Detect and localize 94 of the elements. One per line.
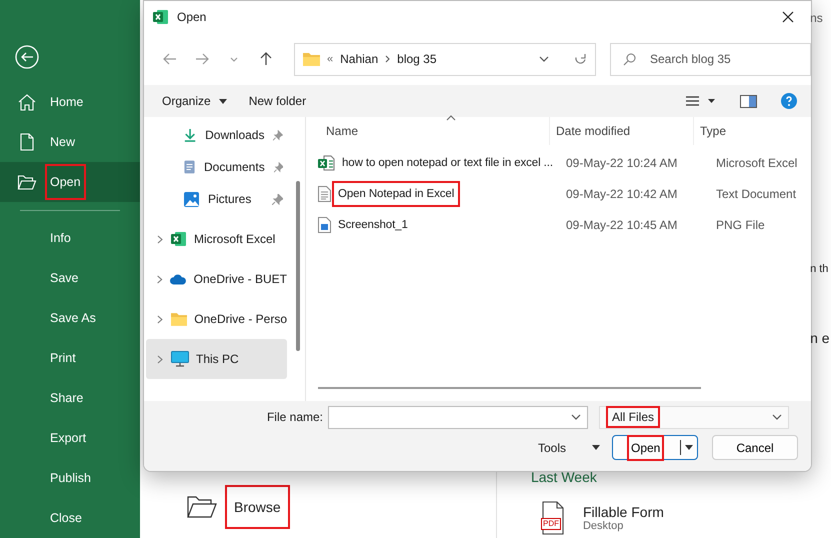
search-field[interactable]: Search blog 35: [610, 42, 811, 76]
sidebar-item[interactable]: Save As: [0, 298, 140, 338]
sidebar-item[interactable]: Close: [0, 498, 140, 538]
file-name[interactable]: Screenshot_1: [332, 212, 414, 238]
partial-text: n e: [810, 330, 830, 346]
chevron-down-icon: [772, 414, 782, 420]
sidebar-item[interactable]: Open: [0, 162, 140, 202]
view-options-icon[interactable]: [686, 95, 716, 107]
picture-icon: [184, 192, 199, 206]
horizontal-scrollbar[interactable]: [318, 387, 701, 389]
expand-chevron-icon[interactable]: [156, 314, 164, 324]
caret-icon: [685, 445, 693, 450]
pin-icon: [273, 130, 283, 140]
file-name-field[interactable]: [328, 406, 588, 428]
file-name-label: File name:: [266, 410, 324, 424]
folder-icon: [170, 312, 188, 326]
file-type-dropdown[interactable]: All Files: [599, 406, 789, 428]
back-icon[interactable]: [15, 45, 39, 69]
address-bar[interactable]: « Nahian blog 35: [294, 42, 596, 76]
date-modified: 09-May-22 10:24 AM: [565, 156, 678, 170]
date-modified: 09-May-22 10:42 AM: [565, 186, 678, 200]
caret-icon: [592, 445, 600, 450]
image-file-icon: [318, 216, 331, 232]
nav-item[interactable]: OneDrive - Perso: [146, 299, 287, 339]
chevron-down-icon: [571, 414, 581, 420]
file-type: Text Document: [715, 186, 798, 200]
caret-icon: [218, 98, 227, 104]
new-folder-button[interactable]: New folder: [248, 94, 306, 108]
cloud-icon: [170, 274, 187, 284]
folder-icon: [303, 52, 320, 66]
nav-item[interactable]: Downloads: [146, 119, 287, 151]
search-icon: [623, 52, 636, 66]
sidebar-item[interactable]: Save: [0, 258, 140, 298]
column-header[interactable]: Date modified: [550, 117, 694, 145]
overflow-marker[interactable]: «: [327, 53, 334, 65]
file-type: PNG File: [715, 218, 766, 232]
forward-arrow-icon: [195, 53, 209, 65]
close-icon: [782, 11, 794, 23]
file-name[interactable]: how to open notepad or text file in excel ...: [336, 150, 559, 176]
text-file-icon: [318, 186, 331, 202]
expand-chevron-icon[interactable]: [156, 234, 164, 244]
dialog-title: Open: [177, 10, 208, 24]
sidebar-item[interactable]: Publish: [0, 458, 140, 498]
column-header[interactable]: Type: [694, 117, 811, 145]
spreadsheet-file-icon: [318, 154, 335, 170]
tools-menu[interactable]: Tools: [538, 440, 600, 454]
sort-caret-icon: [446, 115, 456, 121]
home-icon: [17, 94, 37, 110]
chevron-down-icon: [230, 56, 238, 62]
spreadsheet-icon: [153, 9, 169, 25]
partial-text: n th: [810, 263, 828, 275]
help-icon[interactable]: [781, 93, 797, 109]
file-type: Microsoft Excel: [715, 156, 798, 170]
download-icon: [184, 127, 196, 143]
document-icon: [184, 159, 195, 175]
date-modified: 09-May-22 10:45 AM: [565, 218, 678, 232]
sidebar-item[interactable]: Home: [0, 82, 140, 122]
nav-item[interactable]: OneDrive - BUET: [146, 259, 287, 299]
spreadsheet-icon: [171, 231, 187, 247]
sidebar-item[interactable]: Info: [0, 218, 140, 258]
file-name[interactable]: Open Notepad in Excel: [332, 180, 460, 206]
back-arrow-icon: [163, 53, 177, 65]
sidebar-item[interactable]: Share: [0, 378, 140, 418]
sidebar-item[interactable]: Export: [0, 418, 140, 458]
folder-icon: [17, 174, 37, 190]
refresh-icon[interactable]: [574, 52, 587, 66]
up-arrow-icon: [260, 52, 272, 66]
nav-item[interactable]: Pictures: [146, 183, 287, 215]
breadcrumb[interactable]: Nahian: [340, 52, 378, 66]
nav-item[interactable]: This PC: [146, 339, 287, 379]
expand-chevron-icon[interactable]: [156, 274, 164, 284]
browse-button[interactable]: Browse: [187, 485, 496, 529]
open-button[interactable]: Open: [612, 435, 698, 460]
recent-file-name[interactable]: Fillable Form: [582, 504, 664, 520]
cancel-button[interactable]: Cancel: [712, 435, 798, 460]
column-header[interactable]: Name: [306, 117, 550, 145]
nav-item[interactable]: Microsoft Excel: [146, 219, 287, 259]
nav-item[interactable]: Documents: [146, 151, 287, 183]
separator-icon: [385, 55, 390, 63]
breadcrumb[interactable]: blog 35: [397, 52, 437, 66]
scrollbar-thumb[interactable]: [296, 181, 300, 351]
pin-icon: [272, 194, 283, 204]
pin-icon: [274, 162, 283, 172]
section-title: Last Week: [530, 469, 598, 485]
sidebar-item[interactable]: New: [0, 122, 140, 162]
chevron-down-icon: [539, 56, 549, 62]
organize-menu[interactable]: Organize: [162, 94, 227, 108]
recent-file-location: Desktop: [582, 520, 624, 532]
partial-text: ns: [810, 11, 823, 25]
preview-pane-icon[interactable]: [740, 94, 757, 108]
expand-chevron-icon[interactable]: [156, 354, 164, 364]
sidebar-item[interactable]: Print: [0, 338, 140, 378]
computer-icon: [171, 351, 189, 367]
folder-icon: [187, 496, 217, 518]
